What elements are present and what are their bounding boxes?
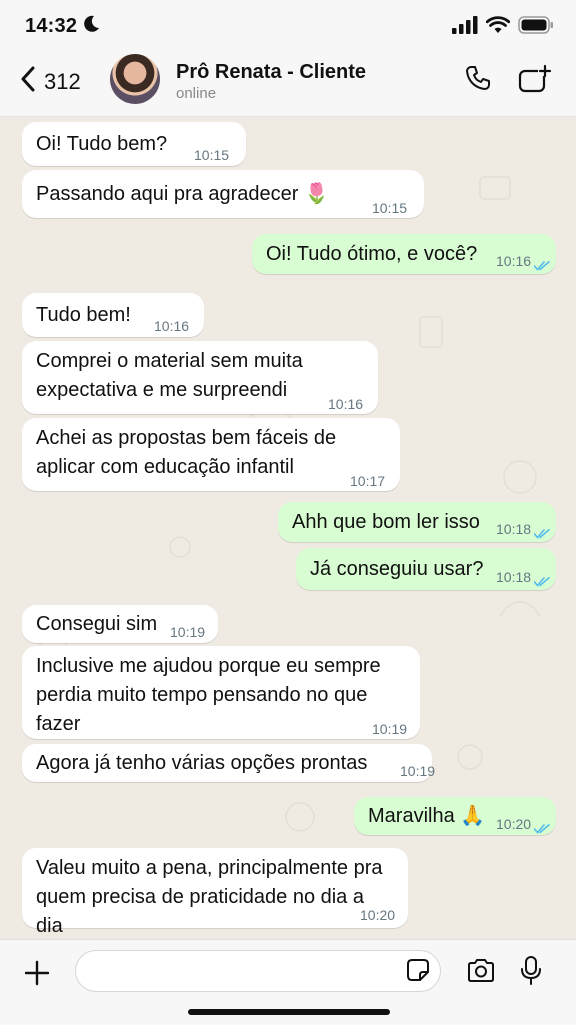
incoming-message[interactable]: Valeu muito a pena, principalmente pra qu…	[22, 848, 408, 937]
read-ticks-icon	[533, 814, 550, 843]
message-time: 10:15	[372, 200, 408, 216]
message-time: 10:16	[496, 253, 532, 269]
new-chat-icon[interactable]	[518, 64, 552, 99]
back-button[interactable]: 312	[20, 66, 81, 97]
message-time: 10:18	[496, 521, 532, 537]
incoming-message[interactable]: Comprei o material sem muita expectativa …	[22, 341, 378, 414]
outgoing-message[interactable]: Ahh que bom ler isso 10:18	[278, 502, 556, 542]
incoming-message[interactable]: Inclusive me ajudou porque eu sempre perd…	[22, 646, 420, 739]
status-time: 14:32	[25, 15, 78, 37]
message-time: 10:15	[194, 147, 230, 163]
message-text: Passando aqui pra agradecer 🌷	[36, 182, 329, 205]
read-ticks-icon	[533, 567, 550, 596]
read-ticks-icon	[533, 519, 550, 548]
avatar[interactable]	[110, 54, 160, 104]
outgoing-message[interactable]: Maravilha 🙏 10:20	[354, 797, 556, 835]
message-text: Inclusive me ajudou porque eu sempre	[36, 655, 381, 677]
mic-icon[interactable]	[520, 956, 542, 991]
message-text: Agora já tenho várias opções prontas	[36, 751, 368, 774]
message-text: perdia muito tempo pensando no que	[36, 684, 368, 706]
message-text: quem precisa de praticidade no dia a dia	[36, 886, 364, 937]
camera-icon[interactable]	[466, 958, 496, 989]
sticker-icon[interactable]	[406, 958, 430, 987]
incoming-message[interactable]: Oi! Tudo bem? 10:15	[22, 122, 246, 166]
contact-status: online	[176, 85, 217, 102]
message-text: expectativa e me surpreendi	[36, 379, 288, 401]
contact-name[interactable]: Prô Renata - Cliente	[176, 61, 366, 84]
message-text: fazer	[36, 713, 81, 735]
chat-area[interactable]: Oi! Tudo bem? 10:15 Passando aqui pra agra…	[0, 117, 576, 939]
message-time: 10:16	[328, 396, 364, 412]
status-bar: 14:32	[0, 0, 576, 56]
incoming-message[interactable]: Consegui sim 10:19	[22, 605, 218, 643]
message-time: 10:16	[154, 318, 190, 334]
message-input[interactable]	[75, 950, 441, 992]
incoming-message[interactable]: Tudo bem! 10:16	[22, 293, 204, 337]
message-time: 10:19	[170, 624, 206, 640]
message-text: aplicar com educação infantil	[36, 456, 294, 478]
unread-count: 312	[44, 68, 81, 94]
message-time: 10:19	[372, 721, 408, 737]
message-text: Valeu muito a pena, principalmente pra	[36, 857, 383, 879]
moon-icon	[84, 15, 100, 38]
message-time: 10:19	[400, 763, 436, 779]
battery-icon	[518, 16, 554, 39]
home-indicator	[188, 1009, 390, 1015]
signal-icon	[452, 16, 478, 39]
back-chevron-icon	[20, 66, 36, 97]
incoming-message[interactable]: Achei as propostas bem fáceis de aplicar …	[22, 418, 400, 491]
message-time: 10:18	[496, 569, 532, 585]
message-text: Comprei o material sem muita	[36, 350, 303, 372]
wifi-icon	[485, 16, 511, 39]
plus-icon[interactable]	[24, 960, 50, 991]
phone-icon[interactable]	[464, 64, 492, 97]
read-ticks-icon	[533, 251, 550, 280]
chat-header: 312 Prô Renata - Cliente online	[0, 52, 576, 117]
message-text: Achei as propostas bem fáceis de	[36, 427, 337, 449]
outgoing-message[interactable]: Já conseguiu usar? 10:18	[296, 548, 556, 590]
outgoing-message[interactable]: Oi! Tudo ótimo, e você? 10:16	[252, 234, 556, 274]
message-time: 10:20	[496, 816, 532, 832]
message-time: 10:17	[350, 473, 386, 489]
incoming-message[interactable]: Passando aqui pra agradecer 🌷 10:15	[22, 170, 424, 218]
status-icons	[452, 16, 554, 39]
incoming-message[interactable]: Agora já tenho várias opções prontas 10:1…	[22, 744, 435, 782]
message-time: 10:20	[360, 907, 396, 923]
